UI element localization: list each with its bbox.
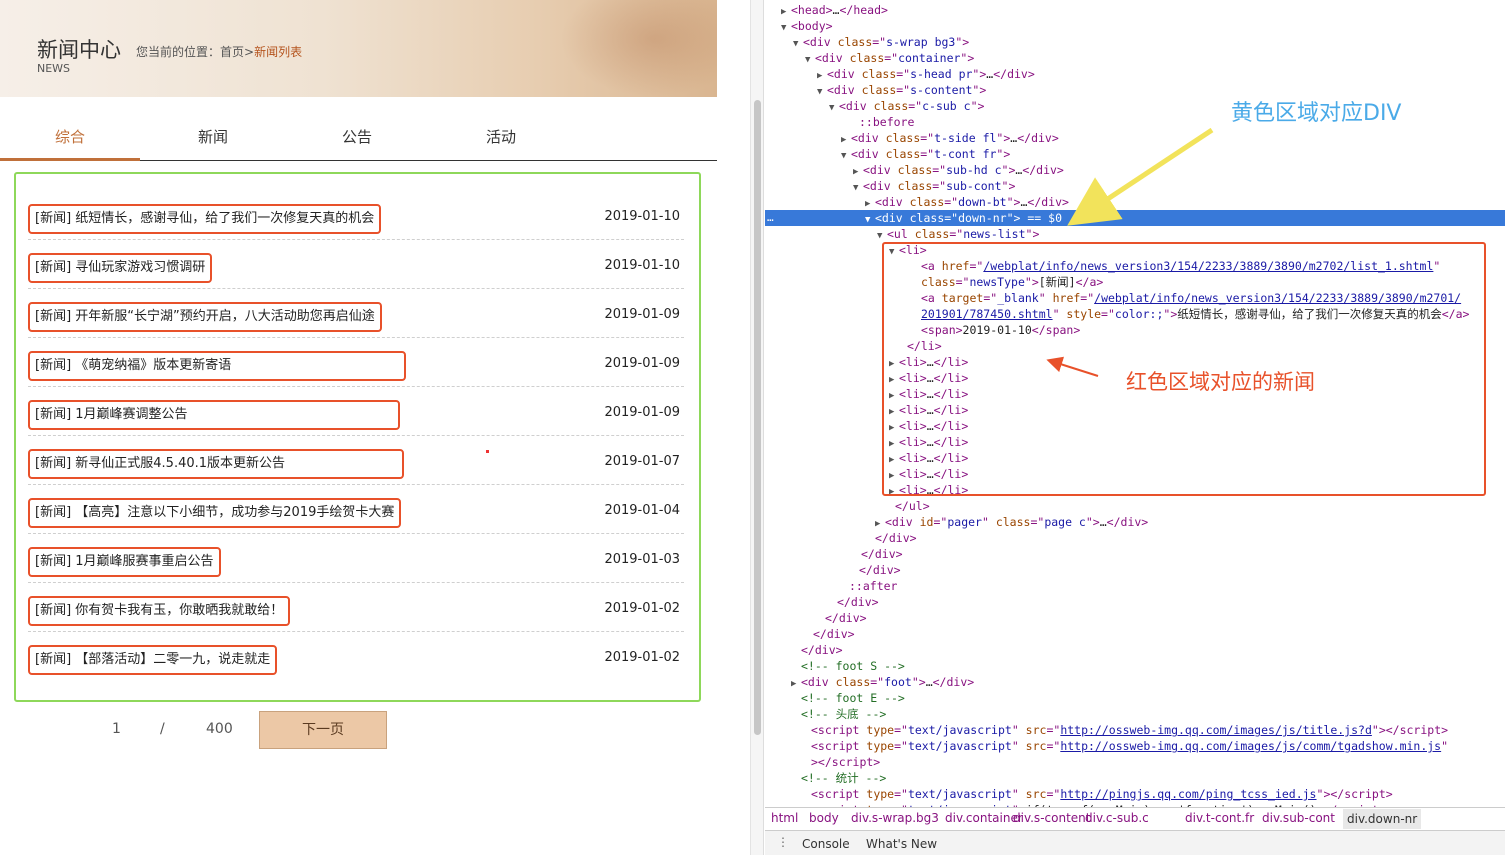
yellow-annotation-label: 黄色区域对应DIV	[1231, 101, 1402, 126]
news-title-link[interactable]: [新闻] 开年新服“长宁湖”预约开启，八大活动助您再启仙途	[28, 302, 382, 332]
dom-node-line[interactable]: <!-- foot E -->	[765, 690, 1505, 706]
page-subtitle: NEWS	[37, 62, 71, 75]
dom-node-line[interactable]: ▶ <head>…</head>	[765, 2, 1505, 18]
breadcrumb-div-s-wrap-bg3[interactable]: div.s-wrap.bg3	[851, 811, 939, 825]
tab-console[interactable]: Console	[802, 837, 850, 851]
news-date: 2019-01-02	[604, 601, 680, 616]
news-row: [新闻] 纸短情长，感谢寻仙，给了我们一次修复天真的机会 2019-01-10	[28, 191, 684, 240]
dom-node-line[interactable]: <script type="text/javascript" src="http…	[765, 786, 1505, 802]
news-row: [新闻] 《萌宠纳福》版本更新寄语 2019-01-09	[28, 338, 684, 387]
dom-node-line[interactable]: ▶ <div class="s-head pr">…</div>	[765, 66, 1505, 82]
breadcrumb-current: 新闻列表	[254, 45, 303, 59]
web-page-panel: 新闻中心 NEWS 您当前的位置：首页>新闻列表 综合 新闻 公告 活动 [新闻…	[0, 0, 750, 855]
dom-node-line[interactable]: ▼ <div class="s-wrap bg3">	[765, 34, 1505, 50]
news-row: [新闻] 【高亮】注意以下小细节，成功参与2019手绘贺卡大赛 2019-01-…	[28, 485, 684, 534]
red-annotation-label: 红色区域对应的新闻	[1126, 370, 1315, 394]
news-date: 2019-01-03	[604, 552, 680, 567]
dom-node-line[interactable]: <script type="text/javascript" src="http…	[765, 722, 1505, 738]
breadcrumb-div-t-cont-fr[interactable]: div.t-cont.fr	[1185, 811, 1254, 825]
news-title-link[interactable]: [新闻] 新寻仙正式服4.5.40.1版本更新公告	[28, 449, 404, 479]
breadcrumb-div-s-content[interactable]: div.s-content	[1013, 811, 1090, 825]
news-list: [新闻] 纸短情长，感谢寻仙，给了我们一次修复天真的机会 2019-01-10 …	[14, 172, 701, 702]
news-title-link[interactable]: [新闻] 1月巅峰服赛事重启公告	[28, 547, 221, 577]
news-row: [新闻] 【部落活动】二零一九，说走就走 2019-01-02	[28, 632, 684, 681]
news-date: 2019-01-09	[604, 405, 680, 420]
dom-node-line[interactable]: </div>	[765, 626, 1505, 642]
page-title: 新闻中心	[37, 38, 121, 62]
tab-events[interactable]: 活动	[431, 117, 571, 161]
dom-node-line[interactable]: ▶ <div class="down-bt">…</div>	[765, 194, 1505, 210]
pager-total: 400	[206, 721, 233, 737]
news-date: 2019-01-04	[604, 503, 680, 518]
breadcrumb-body[interactable]: body	[809, 811, 839, 825]
dom-node-line[interactable]: ▶ <div id="pager" class="page c">…</div>	[765, 514, 1505, 530]
dom-node-line[interactable]: </div>	[765, 594, 1505, 610]
news-row: [新闻] 开年新服“长宁湖”预约开启，八大活动助您再启仙途 2019-01-09	[28, 289, 684, 338]
tab-whats-new[interactable]: What's New	[866, 837, 937, 851]
more-vert-icon[interactable]: ⋮	[777, 835, 789, 849]
dom-node-line[interactable]: <!-- foot S -->	[765, 658, 1505, 674]
breadcrumb-div-sub-cont[interactable]: div.sub-cont	[1262, 811, 1335, 825]
news-tabs: 综合 新闻 公告 活动	[0, 117, 717, 161]
dom-node-line[interactable]: </div>	[765, 530, 1505, 546]
news-row: [新闻] 寻仙玩家游戏习惯调研 2019-01-10	[28, 240, 684, 289]
breadcrumb-div-container[interactable]: div.container	[945, 811, 1023, 825]
dom-node-line[interactable]: ▼ <ul class="news-list">	[765, 226, 1505, 242]
news-date: 2019-01-07	[604, 454, 680, 469]
breadcrumb-prefix[interactable]: 您当前的位置：首页>	[136, 45, 254, 59]
pager-separator: /	[160, 721, 165, 737]
dom-node-line[interactable]: ▶ <div class="sub-hd c">…</div>	[765, 162, 1505, 178]
news-title-link[interactable]: [新闻] 纸短情长，感谢寻仙，给了我们一次修复天真的机会	[28, 204, 382, 234]
dom-node-line[interactable]: </div>	[765, 546, 1505, 562]
dom-node-line[interactable]: </div>	[765, 610, 1505, 626]
news-row: [新闻] 新寻仙正式服4.5.40.1版本更新公告 2019-01-07	[28, 436, 684, 485]
tab-all[interactable]: 综合	[0, 117, 140, 161]
news-row: [新闻] 1月巅峰赛调整公告 2019-01-09	[28, 387, 684, 436]
news-title-link[interactable]: [新闻] 《萌宠纳福》版本更新寄语	[28, 351, 406, 381]
pager-current: 1	[112, 721, 121, 737]
page-scrollbar[interactable]	[750, 0, 764, 855]
dom-node-line[interactable]: ▶ <div class="t-side fl">…</div>	[765, 130, 1505, 146]
news-row: [新闻] 1月巅峰服赛事重启公告 2019-01-03	[28, 534, 684, 583]
dom-node-line[interactable]: ::after	[765, 578, 1505, 594]
news-title-link[interactable]: [新闻] 【部落活动】二零一九，说走就走	[28, 645, 278, 675]
news-date: 2019-01-10	[604, 209, 680, 224]
dom-node-line[interactable]: <script type="text/javascript" src="http…	[765, 738, 1505, 754]
news-date: 2019-01-02	[604, 650, 680, 665]
dom-node-line[interactable]: </div>	[765, 642, 1505, 658]
breadcrumb-div-down-nr[interactable]: div.down-nr	[1343, 809, 1422, 829]
dom-node-line[interactable]: ></script>	[765, 754, 1505, 770]
breadcrumb-html[interactable]: html	[771, 811, 798, 825]
dom-node-line[interactable]: ▼ <div class="t-cont fr">	[765, 146, 1505, 162]
dom-node-line[interactable]: </ul>	[765, 498, 1505, 514]
news-banner: 新闻中心 NEWS 您当前的位置：首页>新闻列表	[0, 0, 717, 97]
news-title-link[interactable]: [新闻] 你有贺卡我有玉，你敢晒我就敢给！	[28, 596, 291, 626]
dom-node-line[interactable]: ▼ <div class="container">	[765, 50, 1505, 66]
breadcrumb: 您当前的位置：首页>新闻列表	[136, 43, 302, 60]
stray-dot	[486, 450, 489, 453]
next-page-button[interactable]: 下一页	[259, 711, 387, 749]
dom-node-selected[interactable]: ▼ <div class="down-nr"> == $0…	[765, 210, 1505, 226]
news-date: 2019-01-09	[604, 307, 680, 322]
news-title-link[interactable]: [新闻] 寻仙玩家游戏习惯调研	[28, 253, 213, 283]
news-title-link[interactable]: [新闻] 1月巅峰赛调整公告	[28, 400, 400, 430]
tab-news[interactable]: 新闻	[143, 117, 283, 161]
devtools-drawer: ⋮ Console What's New	[765, 830, 1505, 855]
dom-node-line[interactable]: <!-- 头底 -->	[765, 706, 1505, 722]
dom-node-line[interactable]: ▼ <div class="sub-cont">	[765, 178, 1505, 194]
dom-node-line[interactable]: <!-- 统计 -->	[765, 770, 1505, 786]
dom-node-line[interactable]: ▶ <div class="foot">…</div>	[765, 674, 1505, 690]
tab-announcements[interactable]: 公告	[287, 117, 427, 161]
news-date: 2019-01-09	[604, 356, 680, 371]
page-scrollbar-thumb[interactable]	[754, 100, 761, 735]
dom-node-line[interactable]: ▼ <body>	[765, 18, 1505, 34]
breadcrumb-div-c-sub-c[interactable]: div.c-sub.c	[1085, 811, 1149, 825]
news-title-link[interactable]: [新闻] 【高亮】注意以下小细节，成功参与2019手绘贺卡大赛	[28, 498, 402, 528]
selected-node-dots: …	[767, 211, 774, 224]
news-row: [新闻] 你有贺卡我有玉，你敢晒我就敢给！ 2019-01-02	[28, 583, 684, 632]
dom-breadcrumbs: html body div.s-wrap.bg3 div.container div.s…	[765, 807, 1505, 829]
dom-node-line[interactable]: </div>	[765, 562, 1505, 578]
pager: 1 / 400 下一页	[0, 710, 720, 750]
news-date: 2019-01-10	[604, 258, 680, 273]
